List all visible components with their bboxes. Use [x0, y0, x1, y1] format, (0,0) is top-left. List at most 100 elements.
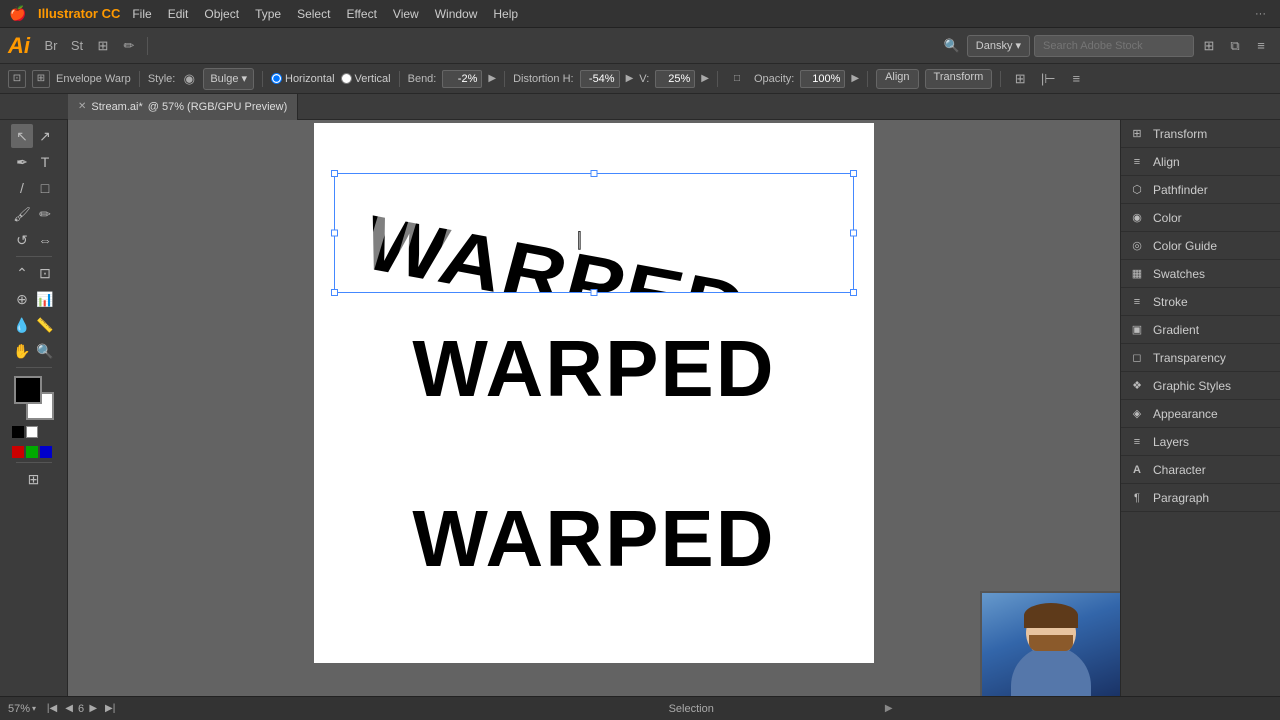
prev-page-btn[interactable]: ◀	[61, 701, 77, 717]
hand-tool[interactable]: ✋	[11, 339, 33, 363]
second-toolbar: Ai Br St ⊞ ✏ 🔍 Dansky ▾ ⊞ ⧉ ≡	[0, 28, 1280, 64]
envelope-icon-2[interactable]: ⊞	[32, 70, 50, 88]
panel-item-pathfinder[interactable]: ⬡ Pathfinder	[1121, 176, 1280, 204]
more-icon[interactable]: ≡	[1250, 35, 1272, 57]
artboard: WARPED | WARPED WARPED	[314, 123, 874, 663]
envelope-icon[interactable]: ⊡	[8, 70, 26, 88]
transform-button[interactable]: Transform	[925, 69, 993, 89]
next-page-btn[interactable]: ▶	[85, 701, 101, 717]
panel-item-appearance[interactable]: ◈ Appearance	[1121, 400, 1280, 428]
menu-type[interactable]: Type	[247, 5, 289, 23]
panel-item-gradient[interactable]: ▣ Gradient	[1121, 316, 1280, 344]
align-button[interactable]: Align	[876, 69, 918, 89]
panel-item-swatches[interactable]: ▦ Swatches	[1121, 260, 1280, 288]
menu-view[interactable]: View	[385, 5, 427, 23]
user-menu[interactable]: Dansky ▾	[967, 35, 1030, 57]
measure-tool[interactable]: 📏	[34, 313, 56, 337]
first-page-btn[interactable]: |◀	[44, 701, 60, 717]
arrange-panels-icon[interactable]: ⊞	[1009, 68, 1031, 90]
search-stock-icon[interactable]: 🔍	[941, 35, 963, 57]
free-transform-tool[interactable]: ⊡	[34, 261, 56, 285]
menu-help[interactable]: Help	[485, 5, 526, 23]
horizontal-radio[interactable]: Horizontal	[271, 73, 335, 85]
panel-item-stroke[interactable]: ≡ Stroke	[1121, 288, 1280, 316]
vertical-radio-input[interactable]	[341, 73, 352, 84]
menu-file[interactable]: File	[124, 5, 159, 23]
swatch-red[interactable]	[12, 446, 24, 458]
handle-mr[interactable]	[850, 230, 857, 237]
pencil-tool[interactable]: ✏	[34, 202, 56, 226]
app-name[interactable]: Illustrator CC	[38, 6, 120, 21]
menu-effect[interactable]: Effect	[338, 5, 384, 23]
foreground-color[interactable]	[14, 376, 42, 404]
swatch-black[interactable]	[12, 426, 24, 438]
stock-icon[interactable]: St	[66, 35, 88, 57]
search-input[interactable]	[1034, 35, 1194, 57]
type-tool[interactable]: T	[34, 150, 56, 174]
paragraph-panel-icon: ¶	[1129, 490, 1145, 506]
handle-tl[interactable]	[331, 170, 338, 177]
swatch-white[interactable]	[26, 426, 38, 438]
handle-tc[interactable]	[591, 170, 598, 177]
menu-object[interactable]: Object	[196, 5, 247, 23]
panel-item-paragraph[interactable]: ¶ Paragraph	[1121, 484, 1280, 512]
rect-tool[interactable]: □	[34, 176, 56, 200]
panel-item-align[interactable]: ≡ Align	[1121, 148, 1280, 176]
warp-tool[interactable]: ⌃	[11, 261, 33, 285]
layout-icon[interactable]: ⊞	[1198, 35, 1220, 57]
tab-close-icon[interactable]: ✕	[78, 101, 86, 112]
distortion-h-input[interactable]	[580, 70, 620, 88]
handle-tr[interactable]	[850, 170, 857, 177]
opacity-input[interactable]	[800, 70, 845, 88]
handle-bl[interactable]	[331, 289, 338, 296]
panel-item-color[interactable]: ◉ Color	[1121, 204, 1280, 232]
more-options-icon[interactable]: ≡	[1065, 68, 1087, 90]
menu-edit[interactable]: Edit	[160, 5, 197, 23]
line-tool[interactable]: /	[11, 176, 33, 200]
handle-bc[interactable]	[591, 289, 598, 296]
panel-item-color-guide[interactable]: ◎ Color Guide	[1121, 232, 1280, 260]
color-guide-panel-label: Color Guide	[1153, 239, 1217, 253]
main-layout: ↖ ↗ ✒ T / □ 🖌 ✏ ↺ ⇔ ⌃ ⊡ ⊕ 📊 💧 📏	[0, 120, 1280, 696]
last-page-btn[interactable]: ▶|	[102, 701, 118, 717]
document-tab[interactable]: ✕ Stream.ai* @ 57% (RGB/GPU Preview)	[68, 94, 298, 120]
swatch-blue[interactable]	[40, 446, 52, 458]
paintbrush-tool[interactable]: 🖌	[11, 202, 33, 226]
bend-input[interactable]	[442, 70, 482, 88]
panel-item-graphic-styles[interactable]: ❖ Graphic Styles	[1121, 372, 1280, 400]
panel-item-transform[interactable]: ⊞ Transform	[1121, 120, 1280, 148]
vertical-radio[interactable]: Vertical	[341, 73, 391, 85]
artboard-tool[interactable]: ⊞	[12, 467, 56, 491]
distortion-v-input[interactable]	[655, 70, 695, 88]
panel-item-transparency[interactable]: ◻ Transparency	[1121, 344, 1280, 372]
reflect-tool[interactable]: ⇔	[34, 228, 56, 252]
horizontal-radio-input[interactable]	[271, 73, 282, 84]
canvas-area[interactable]: WARPED | WARPED WARPED	[68, 120, 1120, 696]
pen-tool[interactable]: ✒	[11, 150, 33, 174]
eyedropper-tool[interactable]: 💧	[11, 313, 33, 337]
apple-menu[interactable]: 🍎	[8, 5, 28, 22]
handle-br[interactable]	[850, 289, 857, 296]
pen-icon[interactable]: ✏	[118, 35, 140, 57]
style-dropdown[interactable]: Bulge ▾	[203, 68, 254, 90]
panel-item-character[interactable]: A Character	[1121, 456, 1280, 484]
selection-tool[interactable]: ↖	[11, 124, 33, 148]
graph-tool[interactable]: 📊	[34, 287, 56, 311]
arrange-icon[interactable]: ⧉	[1224, 35, 1246, 57]
color-selector[interactable]	[12, 376, 56, 420]
symbol-tool[interactable]: ⊕	[11, 287, 33, 311]
distortion-v-label: V:	[639, 73, 649, 85]
menu-window[interactable]: Window	[427, 5, 486, 23]
panel-item-layers[interactable]: ≡ Layers	[1121, 428, 1280, 456]
warped-text-container[interactable]: WARPED |	[334, 173, 854, 293]
rotate-tool[interactable]: ↺	[11, 228, 33, 252]
ruler-icon[interactable]: |⊢	[1037, 68, 1059, 90]
menu-select[interactable]: Select	[289, 5, 338, 23]
libraries-icon[interactable]: ⊞	[92, 35, 114, 57]
zoom-control[interactable]: 57% ▾	[8, 703, 36, 715]
swatch-green[interactable]	[26, 446, 38, 458]
zoom-tool[interactable]: 🔍	[34, 339, 56, 363]
direct-selection-tool[interactable]: ↗	[34, 124, 56, 148]
handle-ml[interactable]	[331, 230, 338, 237]
bridge-icon[interactable]: Br	[40, 35, 62, 57]
